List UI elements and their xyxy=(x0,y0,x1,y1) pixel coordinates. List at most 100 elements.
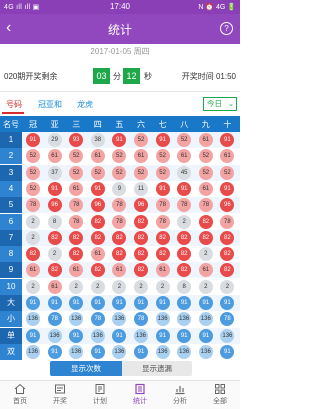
count-cell: 136 xyxy=(26,344,40,359)
row-label: 大 xyxy=(0,295,22,311)
count-cell: 82 xyxy=(26,247,40,262)
count-cell: 91 xyxy=(47,181,62,196)
column-header: 十 xyxy=(223,120,232,129)
count-cell: 8 xyxy=(47,214,62,229)
count-cell: 91 xyxy=(155,133,170,147)
count-cell: 96 xyxy=(90,198,105,213)
count-cell: 52 xyxy=(220,165,235,180)
chevron-down-icon: ⌄ xyxy=(227,99,234,108)
display-mode-toggle: 显示次数 显示遗漏 xyxy=(0,361,240,377)
count-cell: 91 xyxy=(90,344,105,359)
count-cell: 91 xyxy=(47,296,62,310)
count-cell: 61 xyxy=(90,247,105,262)
column-header: 三 xyxy=(72,120,81,129)
tab-dragon-tiger[interactable]: 龙虎 xyxy=(77,99,93,110)
nav-label: 首页 xyxy=(13,398,27,405)
row-label: 9 xyxy=(0,262,22,279)
count-cell: 61 xyxy=(198,181,213,196)
open-time: 开奖时间 01:50 xyxy=(181,72,236,81)
help-icon[interactable]: ? xyxy=(220,22,233,35)
nav-item[interactable]: 开奖 xyxy=(40,383,80,406)
date-range-dropdown[interactable]: 今日 ⌄ xyxy=(203,97,237,111)
count-cell: 91 xyxy=(155,296,170,310)
row-label: 6 xyxy=(0,213,22,230)
count-cell: 136 xyxy=(90,328,105,343)
tab-numbers[interactable]: 号码 xyxy=(6,99,22,110)
count-cell: 91 xyxy=(90,296,105,310)
count-cell: 136 xyxy=(198,344,213,359)
show-count-button[interactable]: 显示次数 xyxy=(50,361,122,376)
count-cell: 2 xyxy=(47,247,62,262)
count-cell: 45 xyxy=(177,165,192,180)
count-cell: 78 xyxy=(69,214,84,229)
seconds-unit: 秒 xyxy=(144,72,152,81)
count-cell: 2 xyxy=(90,279,105,294)
count-cell: 91 xyxy=(155,328,170,343)
column-header: 冠 xyxy=(29,120,37,129)
count-cell: 61 xyxy=(47,279,62,294)
count-cell: 8 xyxy=(177,279,192,294)
count-cell: 91 xyxy=(26,328,40,343)
count-cell: 91 xyxy=(177,328,192,343)
nav-item[interactable]: 统计 xyxy=(120,383,160,406)
row-label: 1 xyxy=(0,132,22,148)
status-icons: N ⏰ 4G 🔋 xyxy=(198,4,236,11)
count-cell: 2 xyxy=(26,214,40,229)
count-cell: 136 xyxy=(134,328,148,343)
column-header: 四 xyxy=(93,120,102,129)
count-cell: 2 xyxy=(155,279,170,294)
count-cell: 91 xyxy=(26,296,40,310)
count-cell: 82 xyxy=(155,247,170,262)
count-cell: 2 xyxy=(198,279,213,294)
count-cell: 52 xyxy=(134,165,148,180)
count-cell: 91 xyxy=(26,133,40,147)
home-icon xyxy=(14,383,26,395)
count-cell: 2 xyxy=(26,230,40,245)
show-miss-button[interactable]: 显示遗漏 xyxy=(122,361,192,376)
count-cell: 82 xyxy=(198,230,213,245)
column-header: 六 xyxy=(137,120,145,129)
nav-item[interactable]: 全部 xyxy=(200,383,240,406)
count-cell: 82 xyxy=(134,230,148,245)
count-cell: 136 xyxy=(69,344,84,359)
column-header: 五 xyxy=(115,120,124,129)
header-corner: 名号 xyxy=(3,120,19,129)
nav-item[interactable]: 分析 xyxy=(160,383,200,406)
count-cell: 82 xyxy=(90,230,105,245)
count-cell: 52 xyxy=(26,181,40,196)
table-header: 名号 冠 亚 三 四 五 六 七 八 九 十 xyxy=(0,116,240,132)
nav-label: 统计 xyxy=(133,398,147,405)
count-cell: 37 xyxy=(47,165,62,180)
count-cell: 82 xyxy=(47,230,62,245)
row-label: 5 xyxy=(0,197,22,214)
minutes-unit: 分 xyxy=(113,72,121,81)
count-cell: 91 xyxy=(198,296,213,310)
count-cell: 82 xyxy=(155,230,170,245)
count-cell: 136 xyxy=(155,344,170,359)
period-countdown-label: 020期开奖剩余 xyxy=(4,72,58,81)
count-cell: 2 xyxy=(177,214,192,229)
count-cell: 78 xyxy=(155,198,170,213)
count-cell: 11 xyxy=(134,181,148,196)
nav-item[interactable]: 计划 xyxy=(80,383,120,406)
count-cell: 82 xyxy=(134,214,148,229)
count-cell: 82 xyxy=(177,230,192,245)
count-cell: 91 xyxy=(90,181,105,196)
count-cell: 78 xyxy=(112,214,127,229)
analysis-icon xyxy=(174,383,186,395)
nav-label: 计划 xyxy=(93,398,107,405)
count-cell: 82 xyxy=(134,247,148,262)
count-cell: 61 xyxy=(90,149,105,164)
nav-item[interactable]: 首页 xyxy=(0,383,40,406)
nav-label: 全部 xyxy=(213,398,227,405)
count-cell: 82 xyxy=(90,214,105,229)
tab-sum[interactable]: 冠亚和 xyxy=(38,99,62,110)
count-cell: 61 xyxy=(47,149,62,164)
title-bar: ‹ 统计 ? xyxy=(0,14,240,44)
count-cell: 52 xyxy=(198,165,213,180)
count-cell: 82 xyxy=(47,263,62,278)
countdown-seconds: 12 xyxy=(123,68,140,84)
count-cell: 96 xyxy=(47,198,62,213)
current-date: 2017-01-05 周四 xyxy=(0,44,240,60)
column-header: 九 xyxy=(201,120,210,129)
